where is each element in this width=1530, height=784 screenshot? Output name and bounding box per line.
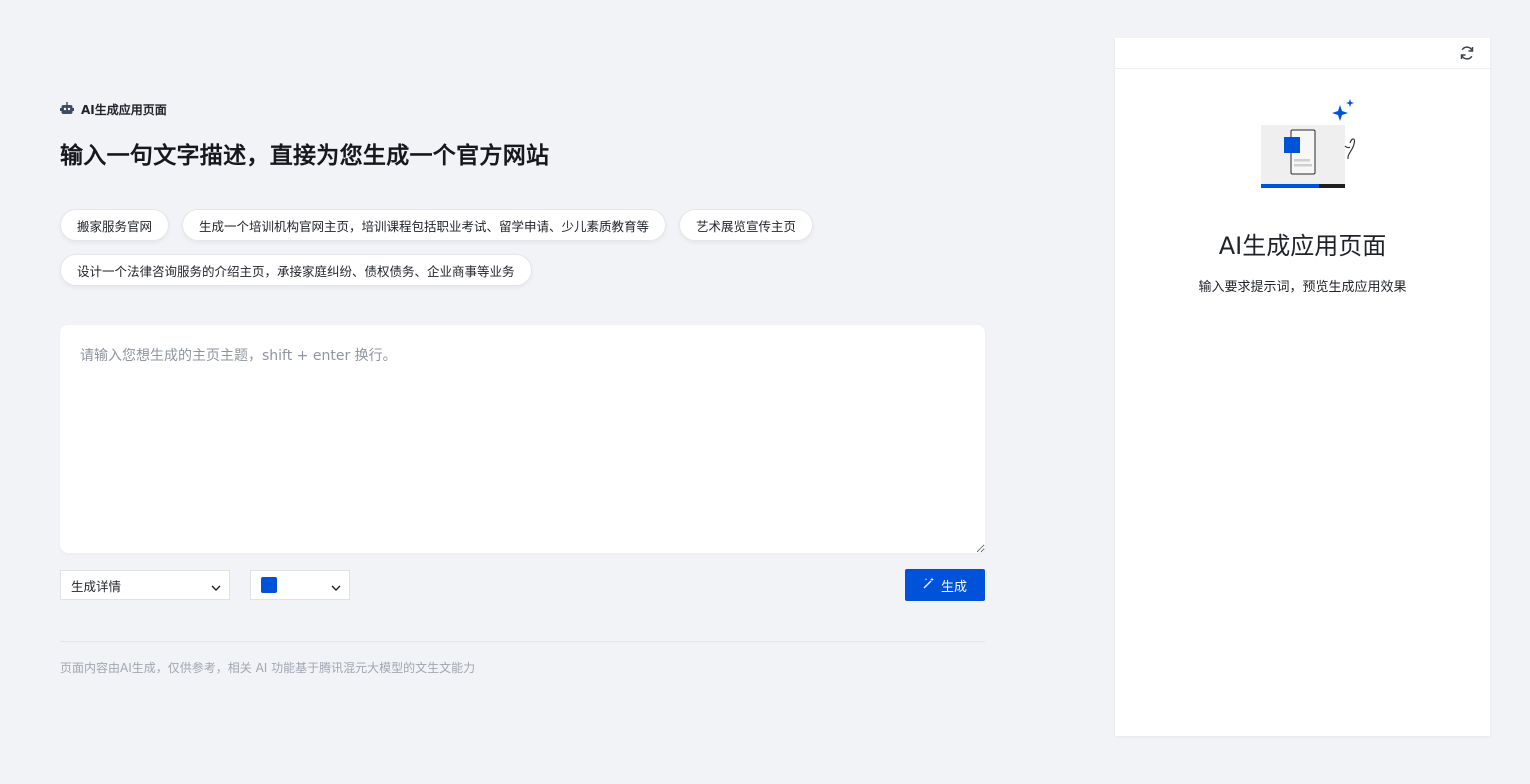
- color-swatch: [261, 577, 277, 593]
- generate-button[interactable]: 生成: [905, 569, 985, 601]
- generator-panel: AI生成应用页面 输入一句文字描述，直接为您生成一个官方网站 搬家服务官网 生成…: [60, 0, 985, 784]
- robot-icon: [60, 100, 74, 119]
- color-select[interactable]: [250, 570, 350, 600]
- generate-button-label: 生成: [940, 579, 967, 595]
- detail-select[interactable]: 生成详情: [60, 570, 230, 600]
- suggestion-chip[interactable]: 设计一个法律咨询服务的介绍主页，承接家庭纠纷、债权债务、企业商事等业务: [60, 254, 532, 286]
- brand: AI生成应用页面: [60, 100, 167, 119]
- detail-select-label: 生成详情: [71, 578, 122, 594]
- disclaimer: 页面内容由AI生成，仅供参考，相关 AI 功能基于腾讯混元大模型的文生文能力: [60, 661, 476, 675]
- suggestion-list: 搬家服务官网 生成一个培训机构官网主页，培训课程包括职业考试、留学申请、少儿素质…: [60, 209, 985, 286]
- suggestion-chip[interactable]: 搬家服务官网: [60, 209, 170, 241]
- preview-header: [1115, 38, 1490, 69]
- brand-label: AI生成应用页面: [81, 103, 167, 117]
- refresh-icon[interactable]: [1458, 44, 1476, 62]
- preview-illustration-icon: [1257, 96, 1357, 192]
- prompt-box: [60, 325, 985, 553]
- preview-panel: AI生成应用页面 输入要求提示词，预览生成应用效果: [1115, 38, 1490, 736]
- magic-wand-icon: [923, 577, 935, 593]
- chevron-down-icon: [331, 576, 341, 595]
- preview-title: AI生成应用页面: [1218, 232, 1387, 260]
- page-title: 输入一句文字描述，直接为您生成一个官方网站: [60, 143, 550, 169]
- divider: [60, 641, 985, 642]
- suggestion-chip[interactable]: 艺术展览宣传主页: [679, 209, 814, 241]
- preview-subtitle: 输入要求提示词，预览生成应用效果: [1198, 280, 1407, 295]
- prompt-input[interactable]: [60, 325, 985, 553]
- chevron-down-icon: [211, 576, 221, 595]
- suggestion-chip[interactable]: 生成一个培训机构官网主页，培训课程包括职业考试、留学申请、少儿素质教育等: [182, 209, 667, 241]
